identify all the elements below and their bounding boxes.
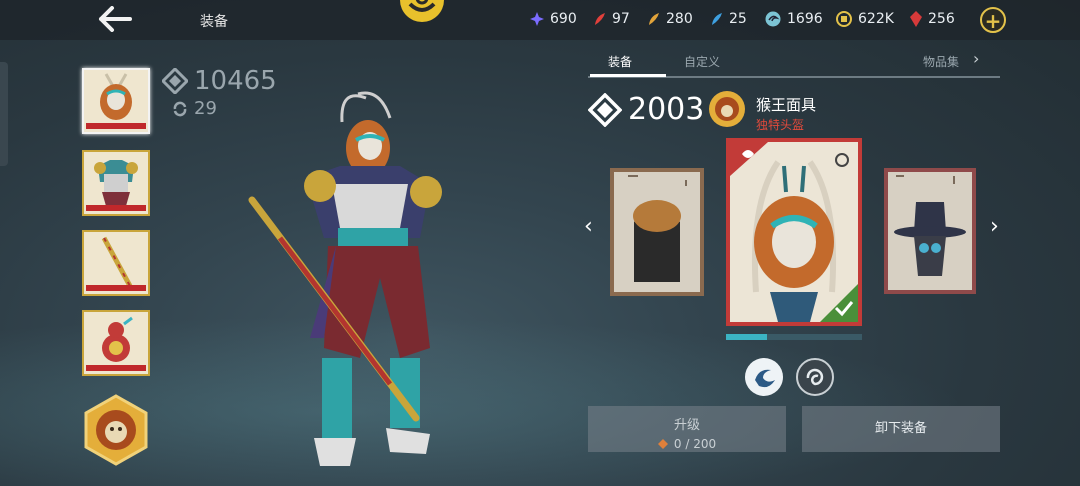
monkey-mask-icon: [100, 73, 132, 120]
clan-emblem-icon[interactable]: [398, 0, 446, 26]
upgrade-label: 升级: [673, 418, 700, 433]
tab-equipment[interactable]: 装备: [608, 53, 632, 70]
upgrade-progress: 0 / 200: [673, 437, 717, 451]
blue-feather-icon: [712, 13, 722, 25]
item-name: 猴王面具: [756, 96, 817, 114]
slot-rarity-bar: [86, 365, 146, 371]
resource-red-feather: 97: [594, 11, 630, 27]
resource-value: 690: [550, 11, 577, 27]
item-rarity: 独特头盔: [756, 118, 805, 132]
item-power-value: 2003: [628, 92, 705, 127]
resource-ruby: 256: [910, 11, 955, 27]
red-feather-icon: [595, 13, 605, 25]
resource-purple-star: 690: [530, 11, 577, 27]
side-drawer-handle[interactable]: [0, 62, 8, 166]
power-diamond-icon: [588, 92, 622, 127]
prev-item-arrow[interactable]: ‹: [584, 214, 593, 239]
chevron-right-icon[interactable]: ›: [973, 49, 979, 68]
character-level-value: 29: [194, 98, 217, 119]
turban-hood-icon: [628, 175, 687, 282]
background-fog: [0, 300, 1080, 486]
upgrade-material-icon: [657, 439, 668, 449]
unequip-label: 卸下装备: [874, 421, 927, 436]
swirl-icon: [755, 369, 775, 388]
resource-value: 97: [612, 11, 630, 27]
add-currency-button[interactable]: +: [980, 7, 1006, 33]
gold-feather-icon: [649, 13, 659, 25]
wide-hat-mask-icon: [894, 175, 966, 276]
resource-value: 622K: [858, 11, 894, 27]
spiral-icon: [806, 368, 824, 386]
resource-value: 256: [928, 11, 955, 27]
purple-star-icon: [530, 12, 544, 26]
item-power: 2003: [588, 92, 704, 127]
resource-spirit: 1696: [765, 11, 823, 27]
slot-rarity-bar: [86, 285, 146, 291]
page-title: 装备: [200, 14, 228, 30]
item-progress-fill: [726, 334, 767, 340]
tab-item-sets[interactable]: 物品集: [923, 53, 959, 70]
ruby-icon: [910, 11, 922, 27]
lion-set-icon[interactable]: [84, 394, 148, 466]
item-progress-bar: [726, 334, 862, 340]
ability-spiral-button[interactable]: [796, 358, 834, 396]
armor-icon: [94, 160, 138, 206]
unequip-button[interactable]: 卸下装备: [802, 406, 1000, 452]
item-card-monkey-king-mask[interactable]: [726, 138, 862, 326]
lion-set-badge-icon: [708, 90, 746, 128]
gourd-charm-icon: [102, 316, 133, 362]
upgrade-button[interactable]: 升级 0 / 200: [588, 406, 786, 452]
refresh-icon: [173, 101, 187, 116]
back-arrow-icon[interactable]: [98, 6, 138, 34]
resource-gold-feather: 280: [648, 11, 693, 27]
monkey-king-mask-icon: [730, 142, 858, 322]
item-card-wide-hat-mask[interactable]: [884, 168, 976, 294]
slot-staff[interactable]: [82, 230, 150, 296]
resource-value: 1696: [787, 11, 823, 27]
resource-blue-feather: 25: [711, 11, 747, 27]
power-diamond-icon: [162, 68, 188, 94]
resource-value: 280: [666, 11, 693, 27]
slot-helmet[interactable]: [82, 68, 150, 134]
item-card-turban-hood[interactable]: [610, 168, 704, 296]
next-item-arrow[interactable]: ›: [990, 214, 999, 239]
hero-character-model[interactable]: [240, 88, 470, 478]
coin-icon: [836, 11, 852, 27]
resource-coin: 622K: [836, 11, 894, 27]
character-level: 29: [172, 98, 217, 119]
spirit-swirl-icon: [765, 11, 781, 27]
tab-customize[interactable]: 自定义: [684, 53, 720, 70]
slot-rarity-bar: [86, 123, 146, 129]
slot-rarity-bar: [86, 205, 146, 211]
slot-armor[interactable]: [82, 150, 150, 216]
resource-value: 25: [729, 11, 747, 27]
tab-active-indicator: [590, 74, 666, 77]
ability-swirl-button[interactable]: [745, 358, 783, 396]
staff-icon: [101, 236, 133, 288]
slot-charm[interactable]: [82, 310, 150, 376]
